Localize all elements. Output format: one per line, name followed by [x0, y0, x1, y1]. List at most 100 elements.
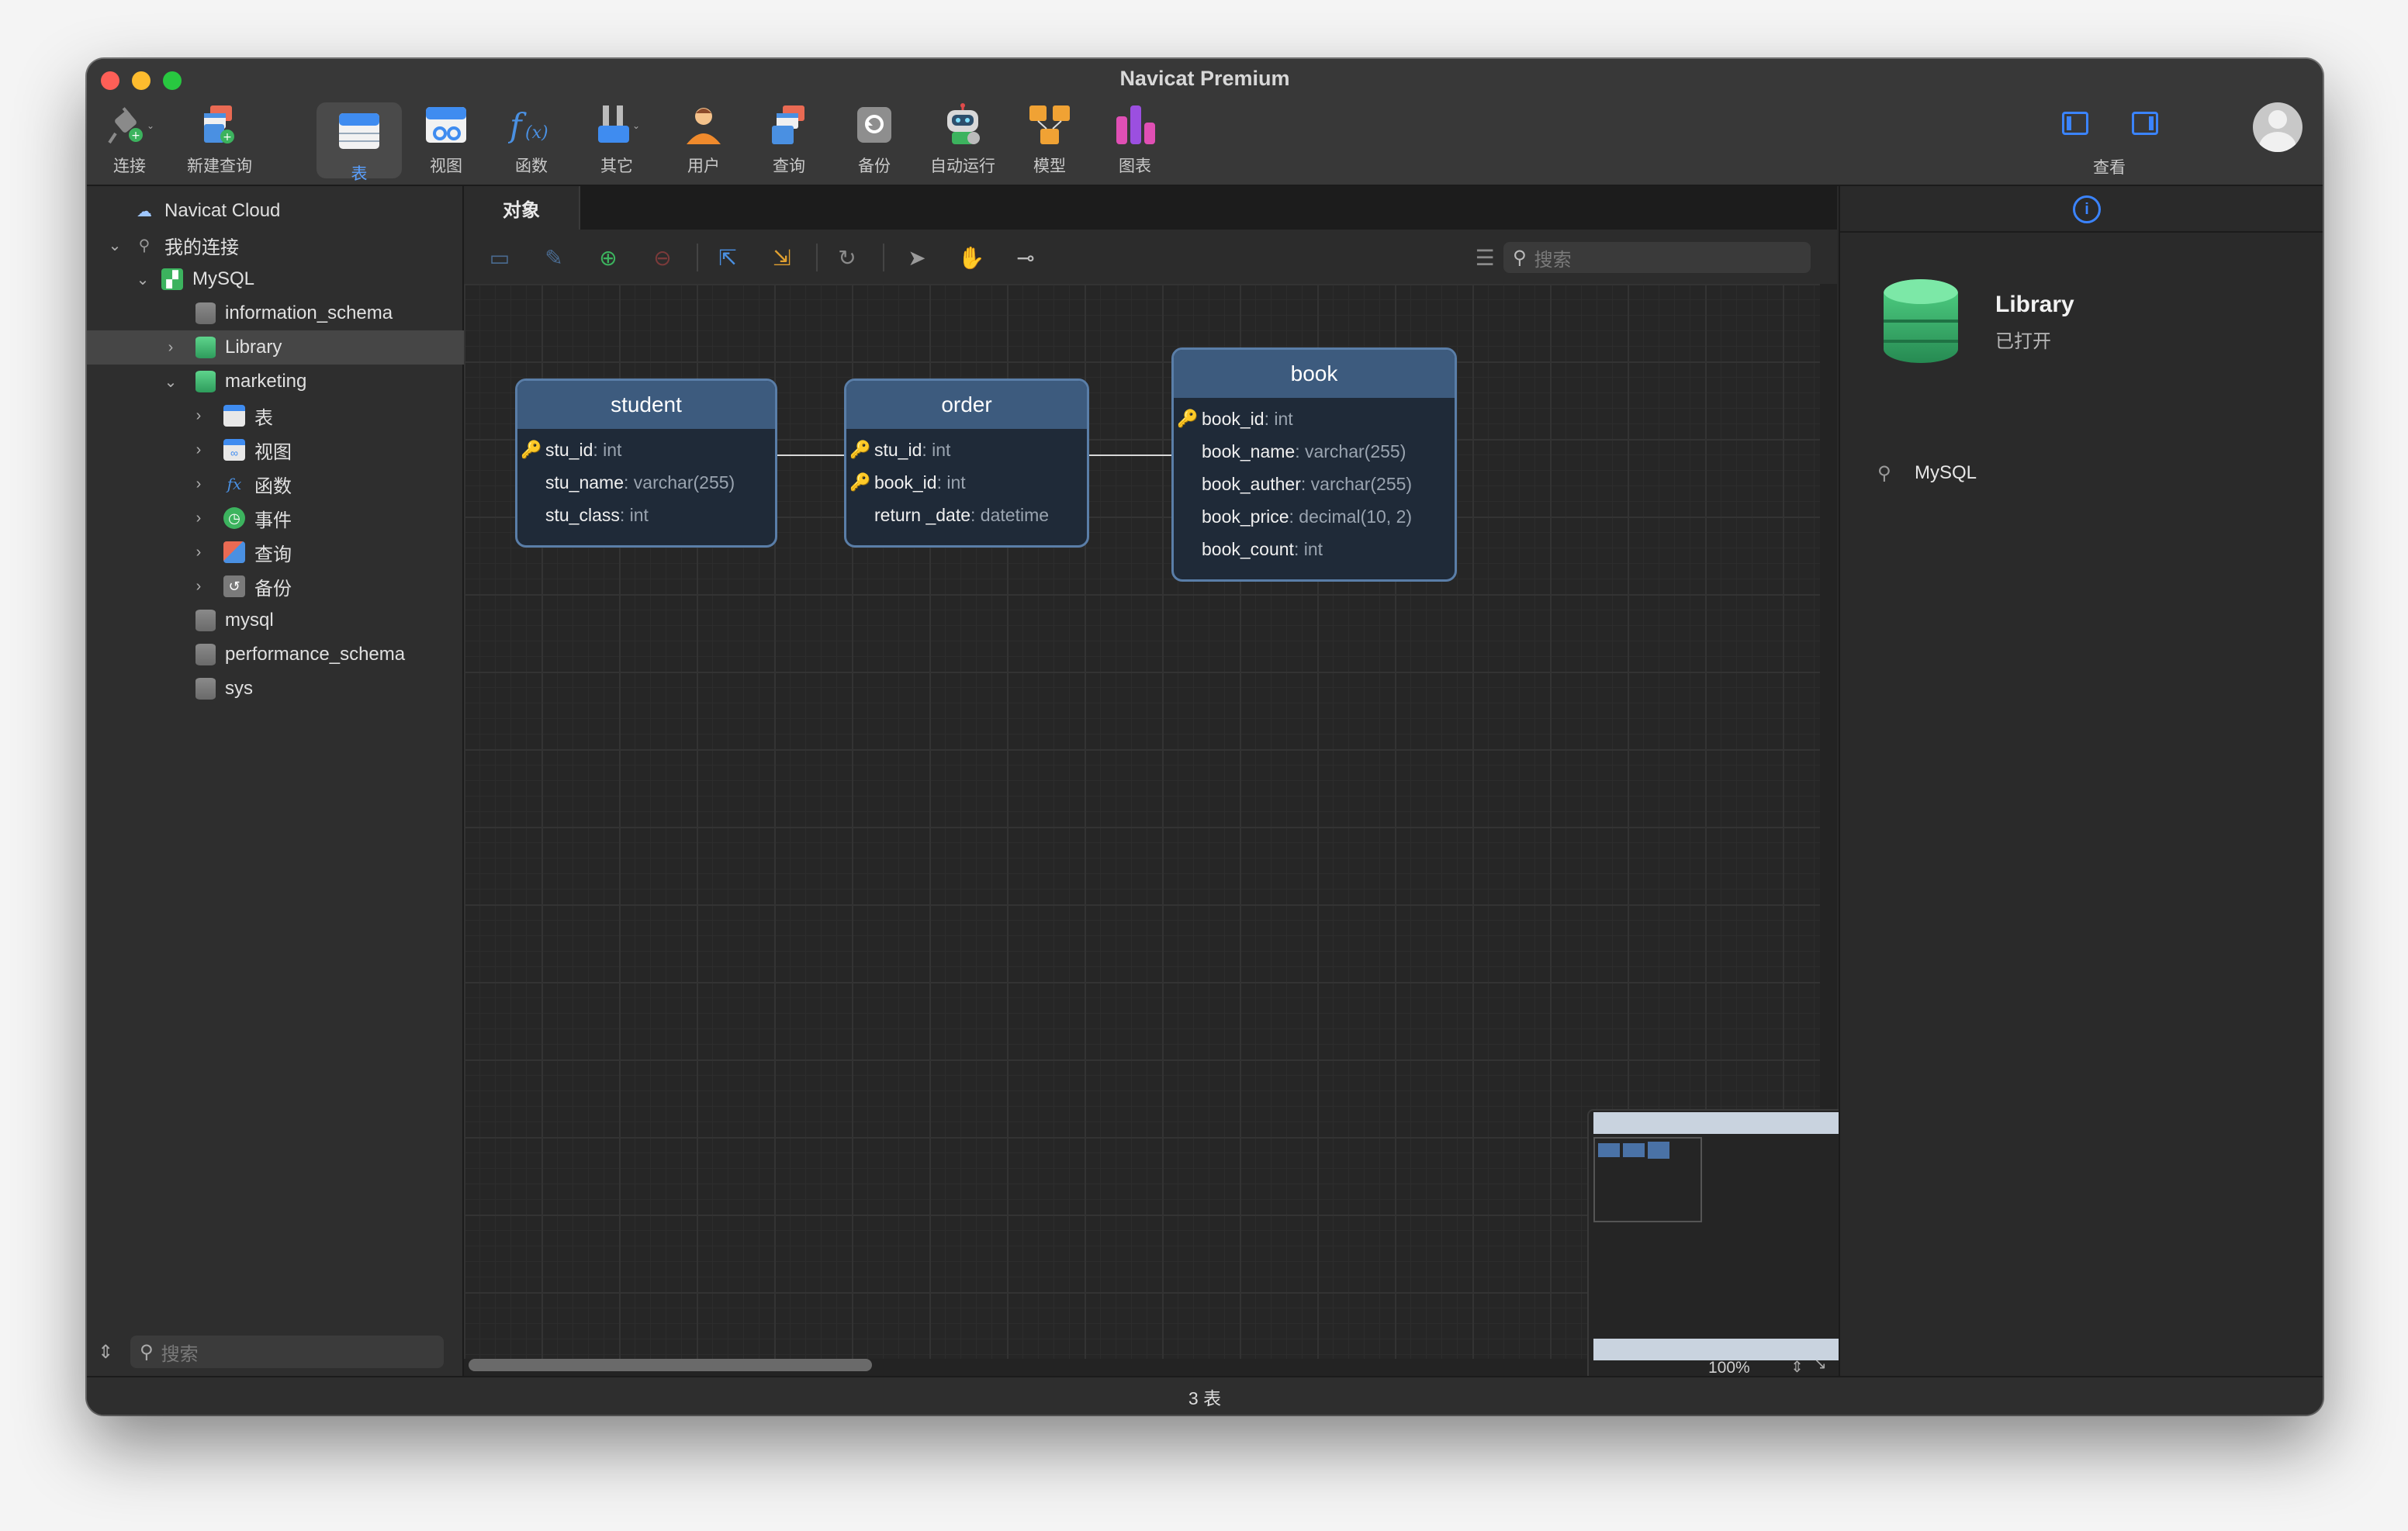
svg-text:(x): (x)	[525, 123, 548, 143]
toolbar-label: 函数	[515, 157, 548, 175]
connection-plug-icon: + ⌄	[106, 102, 154, 149]
database-icon	[195, 371, 216, 392]
field-type: : int	[922, 439, 951, 460]
list-view-icon[interactable]: ☰	[1471, 244, 1499, 271]
erd-table-student[interactable]: student 🔑 stu_id: int stu_name: varchar(…	[515, 378, 777, 548]
field-name: stu_id	[874, 439, 922, 460]
erd-field-row[interactable]: stu_name: varchar(255)	[517, 466, 775, 499]
sort-toggle-icon[interactable]: ⇕	[98, 1341, 113, 1363]
toolbar-divider	[697, 244, 698, 271]
view-label: 查看	[2093, 159, 2126, 177]
toolbar-other-button[interactable]: ⌄ 其它	[574, 102, 659, 177]
field-name: book_name	[1202, 441, 1296, 461]
toolbar-model-button[interactable]: 模型	[1007, 102, 1092, 177]
toolbar-view-button[interactable]: 视图	[403, 102, 489, 177]
erd-field-row[interactable]: return _date: datetime	[846, 499, 1087, 531]
search-placeholder: 搜索	[1534, 249, 1572, 271]
connection-icon: ⚲	[1877, 463, 1891, 484]
field-name: book_id	[1202, 408, 1265, 429]
toolbar-backup-button[interactable]: 备份	[832, 102, 917, 177]
database-icon	[195, 644, 216, 665]
erd-field-row[interactable]: stu_class: int	[517, 499, 775, 531]
toolbar-function-button[interactable]: f (x) 函数	[489, 102, 574, 177]
zoom-level[interactable]: 100%	[1708, 1359, 1750, 1377]
resize-corner-icon[interactable]: ↘	[1814, 1354, 1827, 1374]
navicat-window: Navicat Premium + ⌄ 连接 + 新建查询 表 视图 f (x)…	[87, 59, 2323, 1415]
erd-field-row[interactable]: 🔑 book_id: int	[846, 466, 1087, 499]
tree-item-my-connections[interactable]: ⌄ ⚲ 我的连接	[87, 228, 481, 262]
toolbar-chart-button[interactable]: 图表	[1092, 102, 1178, 177]
toolbar-query-button[interactable]: 查询	[746, 102, 832, 177]
svg-text:+: +	[223, 131, 232, 143]
erd-field-row[interactable]: book_price: decimal(10, 2)	[1174, 500, 1455, 533]
field-type: : varchar(255)	[1300, 473, 1413, 494]
function-icon: f (x)	[507, 102, 555, 149]
open-folder-icon[interactable]: ▭	[486, 244, 514, 271]
relationship-line[interactable]	[776, 454, 846, 456]
database-icon	[195, 610, 216, 631]
chevron-right-icon[interactable]: ›	[189, 441, 208, 459]
erd-table-order[interactable]: order 🔑 stu_id: int 🔑 book_id: int retur…	[844, 378, 1089, 548]
chevron-right-icon[interactable]: ›	[189, 544, 208, 562]
tree-item-label: 查询	[254, 544, 292, 565]
tree-item-navicat-cloud[interactable]: ☁ Navicat Cloud	[87, 194, 509, 228]
field-name: stu_class	[545, 504, 620, 525]
field-name: book_auther	[1202, 473, 1301, 494]
chevron-right-icon[interactable]: ›	[161, 339, 180, 357]
erd-field-row[interactable]: book_name: varchar(255)	[1174, 435, 1455, 468]
chart-icon	[1112, 102, 1158, 149]
refresh-icon[interactable]: ↻	[833, 244, 861, 271]
status-text: 3 表	[1188, 1388, 1222, 1408]
object-search-input[interactable]: ⚲ 搜索	[1503, 242, 1811, 273]
toolbar-automation-button[interactable]: 自动运行	[920, 102, 1005, 177]
erd-table-book[interactable]: book 🔑 book_id: int book_name: varchar(2…	[1171, 347, 1457, 582]
toolbar-connection-button[interactable]: + ⌄ 连接	[87, 102, 172, 177]
table-icon	[336, 110, 382, 157]
relation-line-icon[interactable]: ⊸	[1012, 244, 1040, 271]
add-circle-icon[interactable]: ⊕	[594, 244, 622, 271]
horizontal-scrollbar[interactable]	[469, 1359, 872, 1371]
tools-icon: ⌄	[593, 102, 640, 149]
erd-table-title: order	[846, 381, 1087, 429]
toolbar-table-button[interactable]: 表	[317, 102, 402, 183]
pointer-icon[interactable]: ➤	[903, 244, 931, 271]
erd-field-row[interactable]: 🔑 stu_id: int	[517, 434, 775, 466]
relationship-line[interactable]	[1089, 454, 1175, 456]
remove-circle-icon[interactable]: ⊖	[649, 244, 676, 271]
chevron-right-icon[interactable]: ›	[189, 407, 208, 425]
import-icon[interactable]: ⇱	[714, 244, 742, 271]
zoom-stepper-icon[interactable]: ⇕	[1790, 1357, 1804, 1377]
toolbar-label: 图表	[1119, 157, 1151, 175]
tree-item-label: Library	[225, 337, 282, 358]
toggle-left-panel-button[interactable]	[2062, 112, 2088, 135]
info-icon[interactable]: i	[2073, 195, 2101, 223]
account-avatar[interactable]	[2253, 102, 2302, 152]
tree-item-mysql[interactable]: ⌄ ▞ MySQL	[87, 262, 509, 296]
chevron-right-icon[interactable]: ›	[189, 578, 208, 596]
toolbar-user-button[interactable]: 用户	[661, 102, 746, 177]
tab-objects[interactable]: 对象	[464, 186, 580, 230]
hand-icon[interactable]: ✋	[957, 244, 985, 271]
tree-item-label: information_schema	[225, 302, 393, 323]
erd-field-row[interactable]: book_count: int	[1174, 533, 1455, 565]
erd-field-row[interactable]: 🔑 stu_id: int	[846, 434, 1087, 466]
erd-field-row[interactable]: 🔑 book_id: int	[1174, 403, 1455, 435]
chevron-right-icon[interactable]: ›	[189, 475, 208, 493]
edit-pencil-icon[interactable]: ✎	[540, 244, 568, 271]
svg-text:⌄: ⌄	[147, 120, 153, 131]
erd-field-row[interactable]: book_auther: varchar(255)	[1174, 468, 1455, 500]
export-icon[interactable]: ⇲	[768, 244, 796, 271]
chevron-down-icon[interactable]: ⌄	[161, 372, 180, 392]
model-icon	[1026, 102, 1073, 149]
tree-item-label: 视图	[254, 441, 292, 463]
chevron-down-icon[interactable]: ⌄	[133, 270, 152, 289]
chevron-down-icon[interactable]: ⌄	[106, 236, 124, 255]
toolbar-label: 模型	[1033, 157, 1066, 175]
toolbar-label: 表	[351, 165, 368, 183]
toolbar-label: 备份	[858, 157, 891, 175]
toolbar-new-query-button[interactable]: + 新建查询	[177, 102, 262, 177]
info-panel-header: i	[1840, 186, 2323, 233]
sidebar-search-input[interactable]: ⚲ 搜索	[130, 1336, 444, 1368]
toggle-right-panel-button[interactable]	[2132, 112, 2158, 135]
chevron-right-icon[interactable]: ›	[189, 510, 208, 527]
